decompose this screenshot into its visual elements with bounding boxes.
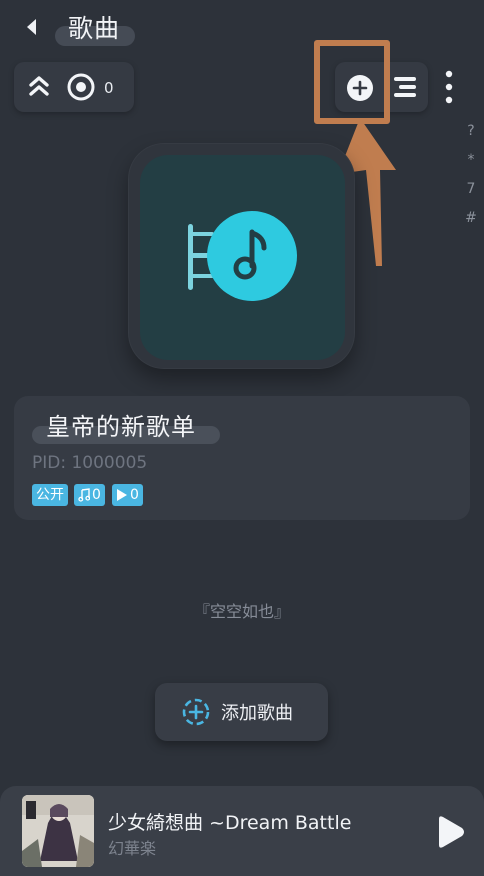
page-title: 歌曲	[68, 14, 121, 43]
song-count: 0	[92, 487, 101, 503]
index-item[interactable]: #	[464, 204, 478, 233]
playlist-pid: PID: 1000005	[32, 453, 148, 473]
index-item[interactable]: *	[464, 146, 478, 175]
annotation-highlight-box	[314, 40, 390, 124]
album-art[interactable]	[22, 795, 94, 867]
add-song-button[interactable]: 添加歌曲	[155, 683, 328, 741]
music-note-small-icon	[78, 488, 90, 502]
play-count: 0	[130, 487, 139, 503]
play-small-icon	[117, 489, 127, 501]
now-playing-artist: 幻華楽	[108, 839, 157, 858]
playlist-name: 皇帝的新歌单	[46, 413, 196, 441]
index-item[interactable]: ?	[464, 117, 478, 146]
more-vertical-icon[interactable]	[444, 70, 454, 104]
visibility-badge: 公开	[32, 484, 68, 506]
play-icon[interactable]	[434, 814, 466, 850]
music-note-icon	[188, 211, 297, 301]
visibility-label: 公开	[36, 487, 64, 503]
chevrons-up-icon[interactable]	[28, 74, 50, 98]
now-playing-title: 少女綺想曲 ~Dream Battle	[108, 812, 352, 834]
back-arrow-icon[interactable]	[22, 16, 42, 38]
index-bar[interactable]: ? * 7 #	[464, 117, 478, 233]
play-count-badge: 0	[112, 484, 143, 506]
album-art-image	[22, 795, 94, 867]
add-song-label: 添加歌曲	[221, 703, 293, 724]
empty-state-text: 『空空如也』	[193, 602, 290, 621]
song-count-badge: 0	[74, 484, 105, 506]
add-dashed-circle-icon	[182, 698, 210, 726]
list-icon[interactable]	[390, 75, 418, 99]
index-item[interactable]: 7	[464, 175, 478, 204]
target-icon[interactable]	[66, 72, 96, 102]
item-count: 0	[104, 79, 114, 97]
